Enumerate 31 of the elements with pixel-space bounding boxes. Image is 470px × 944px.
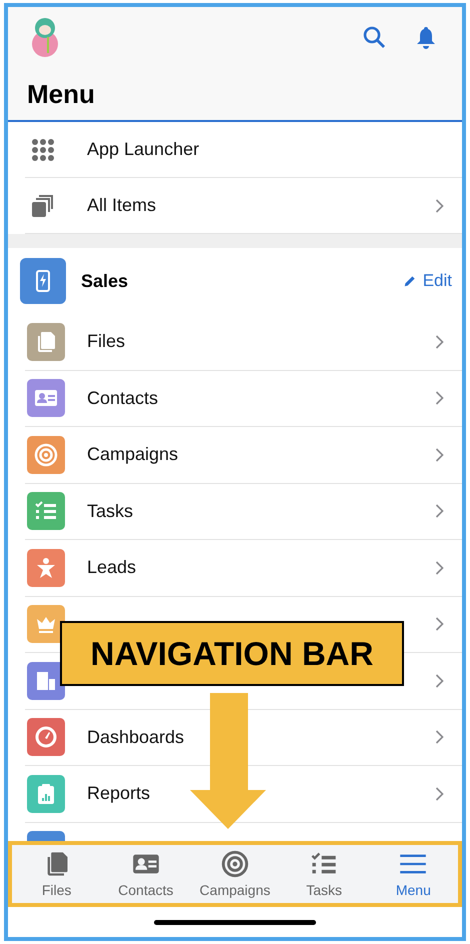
nav-tab[interactable]: Files — [16, 850, 97, 898]
menu-item[interactable]: Files — [25, 314, 462, 370]
menu-item[interactable]: Campaigns — [25, 427, 462, 484]
app-name: Sales — [81, 270, 130, 292]
menu-item[interactable]: Tasks — [25, 484, 462, 540]
grid-icon — [31, 138, 55, 162]
nav-tab[interactable]: Campaigns — [194, 850, 275, 898]
page-title: Menu — [26, 78, 96, 110]
menu-item[interactable]: App Launcher — [25, 122, 462, 178]
edit-button[interactable]: Edit — [402, 271, 452, 291]
chevron-icon — [435, 730, 444, 744]
chevron-icon — [435, 504, 444, 518]
target-icon — [220, 850, 249, 878]
chevron-icon — [435, 198, 444, 212]
stack-icon — [31, 194, 55, 218]
nav-tab[interactable]: Tasks — [284, 850, 364, 898]
chevron-icon — [435, 334, 444, 349]
nav-tab[interactable]: Menu — [373, 850, 454, 898]
chevron-icon — [435, 560, 444, 575]
chevron-icon — [435, 786, 444, 801]
menu-item[interactable]: Contacts — [25, 370, 462, 427]
chevron-icon — [435, 674, 444, 688]
chevron-icon — [435, 391, 444, 406]
search-icon[interactable] — [362, 25, 386, 49]
menu-item[interactable]: Leads — [25, 540, 462, 596]
chevron-icon — [435, 448, 444, 462]
pencil-icon — [402, 274, 417, 288]
callout-label: NAVIGATION BAR — [60, 621, 404, 686]
avatar[interactable] — [30, 17, 60, 57]
nav-tab[interactable]: Contacts — [106, 850, 186, 898]
chevron-icon — [435, 617, 444, 632]
